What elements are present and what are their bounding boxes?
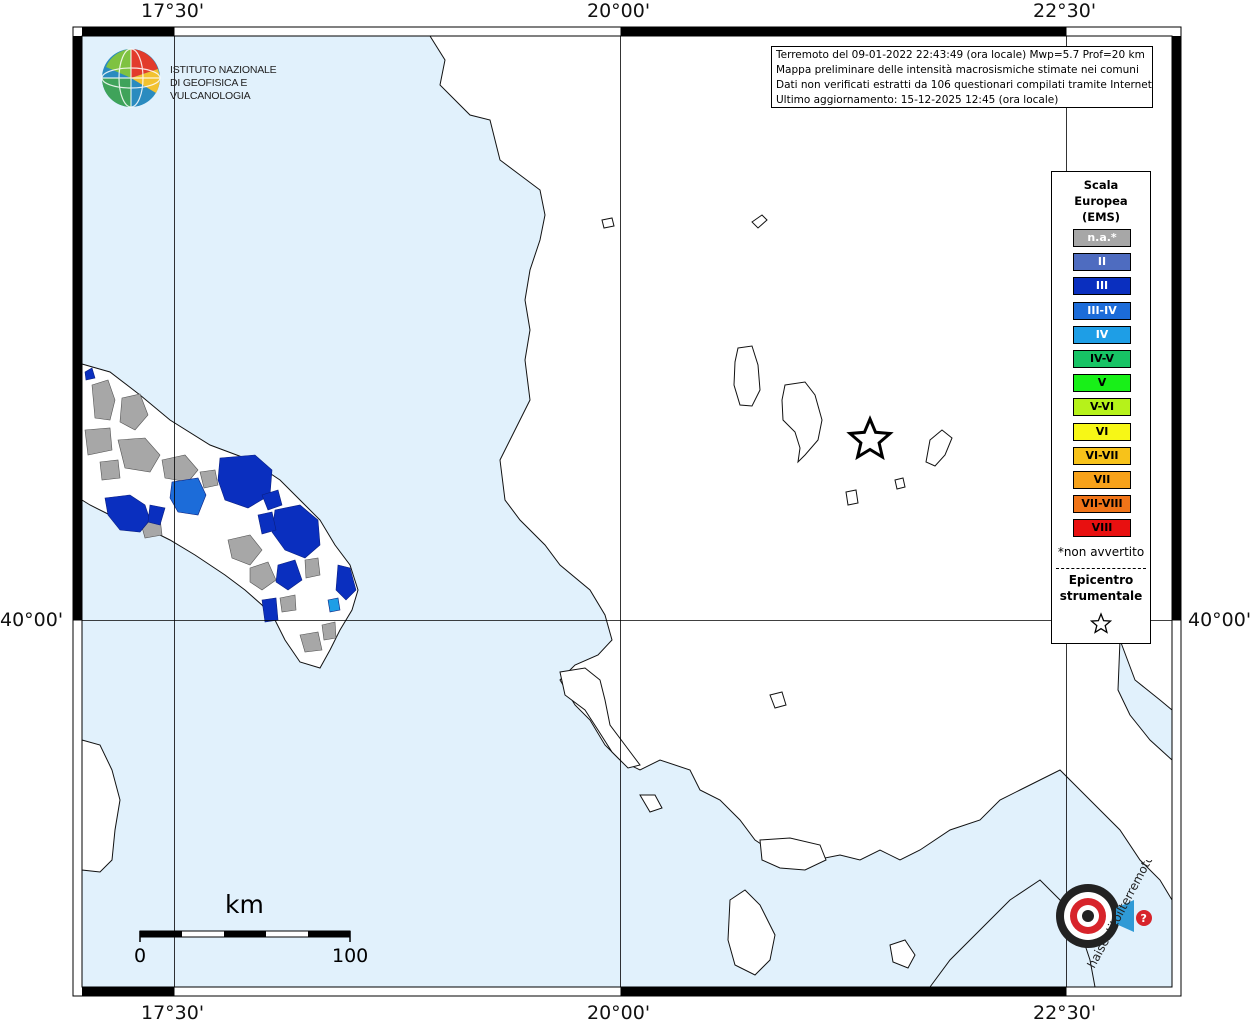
hai-sentito-il-terremoto-logo-icon: ? haisentitoilterremoto.it [1056,842,1162,970]
lat-tick-left: 40°00' [0,609,64,631]
legend-swatch-vii-viii: VII-VIII [1073,495,1131,514]
lat-tick-right: 40°00' [1188,609,1252,631]
legend-title: Scala Europea (EMS) [1052,177,1150,225]
svg-text:?: ? [1141,912,1147,925]
legend-swatch-vi: VI [1073,422,1131,441]
epicenter-star-icon [1090,612,1112,634]
legend-swatch-v: V [1073,374,1131,393]
scale-bar-unit: km [225,890,264,919]
hai-sentito-badge[interactable]: ? haisentitoilterremoto.it [1026,842,1176,990]
legend-swatch-v-vi: V-VI [1073,398,1131,417]
lon-tick-bottom-2: 20°00' [587,1002,651,1024]
logo-line-2: DI GEOFISICA E VULCANOLOGIA [170,77,251,102]
ingv-logo: ISTITUTO NAZIONALE DI GEOFISICA E VULCAN… [100,47,330,109]
legend-swatch-iv: IV [1073,325,1131,344]
legend-swatch-iv-v: IV-V [1073,350,1131,368]
legend-swatch-viii: VIII [1073,519,1131,538]
event-info-line-3: Dati non verificati estratti da 106 ques… [776,79,1153,91]
island-g [601,217,615,229]
legend-divider [1056,568,1146,569]
event-info-line-4: Ultimo aggiornamento: 15-12-2025 12:45 (… [776,94,1059,106]
legend-swatch-iii-iv: III-IV [1073,301,1131,320]
lon-tick-top-3: 22°30' [1033,0,1097,22]
legend-swatch-ii: II [1073,253,1131,272]
legend-swatch-n-a: n.a.* [1073,229,1131,247]
event-info-line-1: Terremoto del 09-01-2022 22:43:49 (ora l… [776,49,1145,61]
legend-swatch-vii: VII [1073,471,1131,489]
logo-line-1: ISTITUTO NAZIONALE [170,64,277,76]
scale-bar-start-label: 0 [134,945,147,967]
scale-bar: km 0 100 [128,888,388,978]
legend-epicenter-line-2: strumentale [1059,589,1143,603]
event-info-box: Terremoto del 09-01-2022 22:43:49 (ora l… [771,46,1153,108]
lon-tick-top-2: 20°00' [587,0,651,22]
legend-epicenter-label: Epicentro strumentale [1052,572,1150,604]
ingv-globe-logo-icon [101,48,161,108]
event-info-line-2: Mappa preliminare delle intensità macros… [776,64,1139,76]
lon-tick-top-1: 17°30' [141,0,205,22]
lon-tick-bottom-3: 22°30' [1033,1002,1097,1024]
legend-title-line-1: Scala [1083,178,1119,192]
ems-legend: Scala Europea (EMS) n.a.* II III III-IV IV IV… [1051,171,1151,644]
island-d [845,489,859,506]
legend-title-line-2: Europea [1074,194,1128,208]
legend-swatch-iii: III [1073,277,1131,296]
island-e [894,477,906,490]
legend-epicenter-line-1: Epicentro [1068,573,1134,587]
intensity-iv-areas [327,597,341,613]
lon-tick-bottom-1: 17°30' [141,1002,205,1024]
legend-swatch-vi-vii: VI-VII [1073,446,1131,465]
legend-title-line-3: (EMS) [1081,210,1121,224]
legend-note: *non avvertito [1057,545,1145,559]
scale-bar-end-label: 100 [332,945,369,967]
